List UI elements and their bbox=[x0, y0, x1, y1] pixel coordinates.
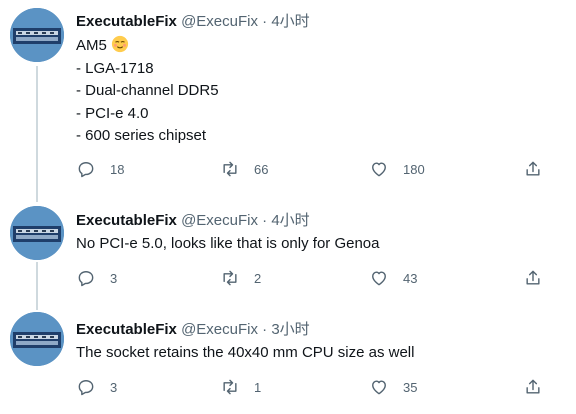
tweet-text-line: No PCI-e 5.0, looks like that is only fo… bbox=[76, 235, 380, 252]
reply-count: 3 bbox=[110, 270, 118, 286]
share-icon bbox=[526, 161, 540, 176]
user-handle[interactable]: @ExecuFix bbox=[181, 13, 258, 30]
reply-count: 3 bbox=[110, 379, 118, 395]
relieved-face-emoji bbox=[111, 35, 128, 53]
tweet-actions: 18 66 180 bbox=[76, 159, 556, 183]
retweet-icon bbox=[223, 379, 237, 395]
like-count: 43 bbox=[403, 270, 418, 286]
share-icon bbox=[526, 270, 540, 285]
retweet-count: 1 bbox=[254, 379, 262, 395]
timestamp[interactable]: 3小时 bbox=[271, 321, 309, 338]
share-icon bbox=[526, 379, 540, 394]
retweet-button[interactable]: 66 bbox=[220, 159, 268, 179]
user-handle[interactable]: @ExecuFix bbox=[181, 212, 258, 229]
retweet-button[interactable]: 1 bbox=[220, 377, 261, 397]
thread-line bbox=[36, 262, 38, 310]
tweet-header: ExecutableFix @ExecuFix · 3小时 bbox=[76, 318, 310, 339]
like-button[interactable]: 35 bbox=[369, 377, 417, 397]
share-button[interactable] bbox=[523, 377, 543, 397]
reply-icon bbox=[78, 162, 94, 178]
reply-count: 18 bbox=[110, 161, 125, 177]
like-icon bbox=[372, 162, 386, 177]
display-name[interactable]: ExecutableFix bbox=[76, 212, 177, 229]
timestamp[interactable]: 4小时 bbox=[271, 13, 309, 30]
tweet-actions: 3 1 35 bbox=[76, 377, 556, 401]
like-icon bbox=[372, 271, 386, 286]
separator-dot: · bbox=[262, 321, 268, 338]
tweet-text-line: The socket retains the 40x40 mm CPU size… bbox=[76, 344, 415, 361]
display-name[interactable]: ExecutableFix bbox=[76, 13, 177, 30]
retweet-count: 2 bbox=[254, 270, 262, 286]
display-name[interactable]: ExecutableFix bbox=[76, 321, 177, 338]
avatar[interactable] bbox=[10, 8, 64, 62]
tweet-header: ExecutableFix @ExecuFix · 4小时 bbox=[76, 209, 310, 230]
retweet-count: 66 bbox=[254, 161, 269, 177]
reply-button[interactable]: 18 bbox=[76, 159, 124, 179]
tweet-header: ExecutableFix @ExecuFix · 4小时 bbox=[76, 10, 310, 31]
reply-icon bbox=[78, 271, 94, 287]
share-button[interactable] bbox=[523, 268, 543, 288]
share-button[interactable] bbox=[523, 159, 543, 179]
like-count: 35 bbox=[403, 379, 418, 395]
reply-icon bbox=[78, 380, 94, 396]
tweet-text: AM5 - LGA-1718 - Dual-channel DDR5 - PCI… bbox=[76, 35, 219, 148]
tweet-text: No PCI-e 5.0, looks like that is only fo… bbox=[76, 233, 379, 256]
tweet-text-line: - LGA-1718 bbox=[76, 59, 154, 77]
avatar[interactable] bbox=[10, 206, 64, 260]
retweet-icon bbox=[223, 270, 237, 286]
like-count: 180 bbox=[403, 161, 425, 177]
retweet-button[interactable]: 2 bbox=[220, 268, 261, 288]
separator-dot: · bbox=[262, 212, 268, 229]
reply-button[interactable]: 3 bbox=[76, 377, 117, 397]
tweet-text-line: - PCI-e 4.0 bbox=[76, 104, 149, 122]
like-icon bbox=[372, 380, 386, 395]
tweet-text: The socket retains the 40x40 mm CPU size… bbox=[76, 342, 414, 365]
like-button[interactable]: 43 bbox=[369, 268, 417, 288]
like-button[interactable]: 180 bbox=[369, 159, 425, 179]
separator-dot: · bbox=[262, 13, 268, 30]
avatar[interactable] bbox=[10, 312, 64, 366]
tweet-text-line: - 600 series chipset bbox=[76, 127, 207, 144]
reply-button[interactable]: 3 bbox=[76, 268, 117, 288]
tweet-text-line: AM5 bbox=[76, 35, 219, 58]
user-handle[interactable]: @ExecuFix bbox=[181, 321, 258, 338]
thread-line bbox=[36, 66, 38, 202]
retweet-icon bbox=[223, 161, 237, 177]
tweet-text-line: - Dual-channel DDR5 bbox=[76, 82, 219, 99]
tweet-actions: 3 2 43 bbox=[76, 268, 556, 292]
timestamp[interactable]: 4小时 bbox=[271, 212, 309, 229]
